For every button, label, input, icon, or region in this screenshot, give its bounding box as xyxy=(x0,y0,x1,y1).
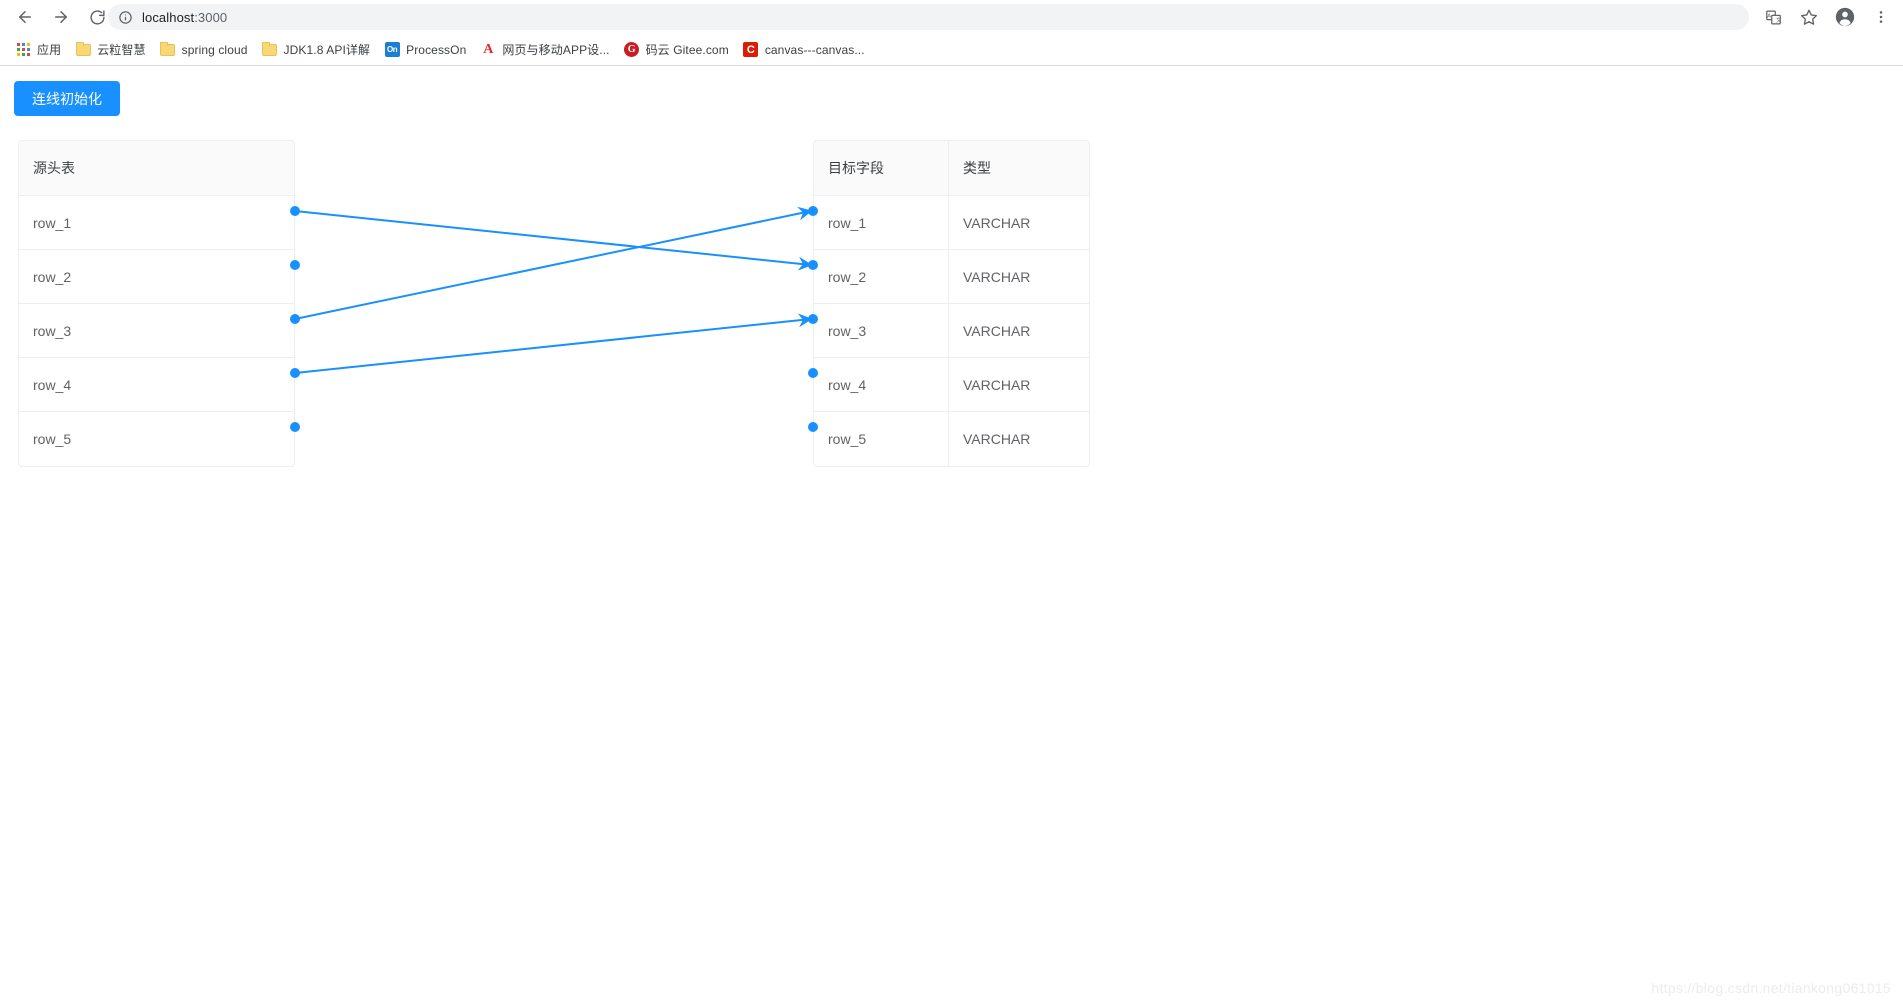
target-row-type: VARCHAR xyxy=(948,412,1089,466)
target-row-type: VARCHAR xyxy=(948,358,1089,411)
bookmark-item-folder-1[interactable]: 云粒智慧 xyxy=(68,38,152,62)
table-row[interactable]: row_5 xyxy=(19,412,294,466)
column-header-target-type: 类型 xyxy=(948,141,1089,195)
connection-init-button[interactable]: 连线初始化 xyxy=(14,81,120,116)
connection-line[interactable] xyxy=(294,313,813,374)
bookmark-item-processon[interactable]: On ProcessOn xyxy=(377,38,473,62)
target-table: 目标字段 类型 row_1 VARCHAR row_2 VARCHAR row_… xyxy=(813,140,1090,467)
folder-icon xyxy=(262,41,278,58)
target-row-type: VARCHAR xyxy=(948,304,1089,357)
site-info-icon[interactable] xyxy=(118,10,133,25)
source-row-name: row_4 xyxy=(33,376,72,393)
apps-grid-icon xyxy=(15,42,31,58)
source-row-name: row_3 xyxy=(33,322,72,339)
avatar[interactable] xyxy=(1830,2,1860,32)
table-row[interactable]: row_3 xyxy=(19,304,294,358)
table-row[interactable]: row_2 xyxy=(19,250,294,304)
source-table: 源头表 row_1 row_2 row_3 row_4 row_5 xyxy=(18,140,295,467)
bookmark-label: canvas---canvas... xyxy=(764,42,865,57)
bookmark-item-canvas[interactable]: C canvas---canvas... xyxy=(736,38,872,62)
source-row-name: row_1 xyxy=(33,214,72,231)
canvas-icon: C xyxy=(743,42,759,58)
bookmarks-bar: 应用 云粒智慧 spring cloud JDK1.8 API详解 On Pro… xyxy=(0,34,1903,66)
bookmark-label: JDK1.8 API详解 xyxy=(283,43,371,57)
column-header-target-field: 目标字段 xyxy=(828,160,884,176)
menu-icon[interactable] xyxy=(1866,2,1896,32)
translate-icon[interactable]: 文A xyxy=(1758,2,1788,32)
connection-line[interactable] xyxy=(294,206,813,320)
bookmark-star-icon[interactable] xyxy=(1794,2,1824,32)
table-row[interactable]: row_1 VARCHAR xyxy=(814,196,1089,250)
bookmark-item-apps[interactable]: 应用 xyxy=(8,38,68,62)
bookmark-item-gitee[interactable]: G 码云 Gitee.com xyxy=(617,38,736,62)
page-content: 连线初始化 源头表 row_1 row_2 row_3 row_4 row_5 … xyxy=(0,66,1903,1004)
watermark: https://blog.csdn.net/tiankong061015 xyxy=(1651,980,1891,996)
bookmark-label: ProcessOn xyxy=(406,42,467,57)
source-row-name: row_5 xyxy=(33,431,72,447)
target-row-name: row_4 xyxy=(828,376,867,393)
connection-anchor-dots xyxy=(290,206,818,432)
table-row[interactable]: row_2 VARCHAR xyxy=(814,250,1089,304)
target-row-type: VARCHAR xyxy=(948,196,1089,249)
target-row-name: row_1 xyxy=(828,214,867,231)
back-icon[interactable] xyxy=(10,2,40,32)
target-row-type: VARCHAR xyxy=(948,250,1089,303)
url-host: localhost xyxy=(142,9,195,25)
bookmark-item-folder-3[interactable]: JDK1.8 API详解 xyxy=(255,38,378,62)
table-row[interactable]: row_1 xyxy=(19,196,294,250)
svg-text:A: A xyxy=(1767,13,1771,19)
gitee-icon: G xyxy=(624,42,640,58)
target-row-name: row_3 xyxy=(828,322,867,339)
toolbar-right-group: 文A xyxy=(1755,2,1899,32)
bookmark-label: 网页与移动APP设... xyxy=(502,43,610,57)
url-rest: :3000 xyxy=(194,9,228,25)
processon-icon: On xyxy=(384,42,400,58)
bookmark-label: 应用 xyxy=(37,43,62,57)
column-header-source: 源头表 xyxy=(33,160,75,176)
table-row[interactable]: row_4 VARCHAR xyxy=(814,358,1089,412)
browser-toolbar: localhost:3000 文A xyxy=(0,0,1903,34)
bookmark-item-folder-2[interactable]: spring cloud xyxy=(153,38,255,62)
url-text: localhost:3000 xyxy=(142,10,227,25)
bookmark-label: 码云 Gitee.com xyxy=(645,43,729,57)
target-table-header: 目标字段 类型 xyxy=(814,141,1089,196)
connection-lines xyxy=(294,206,813,374)
folder-icon xyxy=(75,41,91,58)
address-bar[interactable]: localhost:3000 xyxy=(108,4,1749,30)
target-row-name: row_2 xyxy=(828,268,867,285)
table-row[interactable]: row_3 VARCHAR xyxy=(814,304,1089,358)
source-row-name: row_2 xyxy=(33,268,72,285)
browser-chrome: localhost:3000 文A 应用 云粒智慧 spring cloud J… xyxy=(0,0,1903,66)
adobe-icon: A xyxy=(483,41,494,57)
target-row-name: row_5 xyxy=(828,431,867,447)
forward-icon[interactable] xyxy=(46,2,76,32)
table-row[interactable]: row_4 xyxy=(19,358,294,412)
source-table-header: 源头表 xyxy=(19,141,294,196)
connection-line[interactable] xyxy=(294,210,813,271)
folder-icon xyxy=(160,41,176,58)
bookmark-label: spring cloud xyxy=(181,42,248,57)
bookmark-item-adobe[interactable]: A 网页与移动APP设... xyxy=(473,38,616,62)
bookmark-label: 云粒智慧 xyxy=(97,43,146,57)
table-row[interactable]: row_5 VARCHAR xyxy=(814,412,1089,466)
